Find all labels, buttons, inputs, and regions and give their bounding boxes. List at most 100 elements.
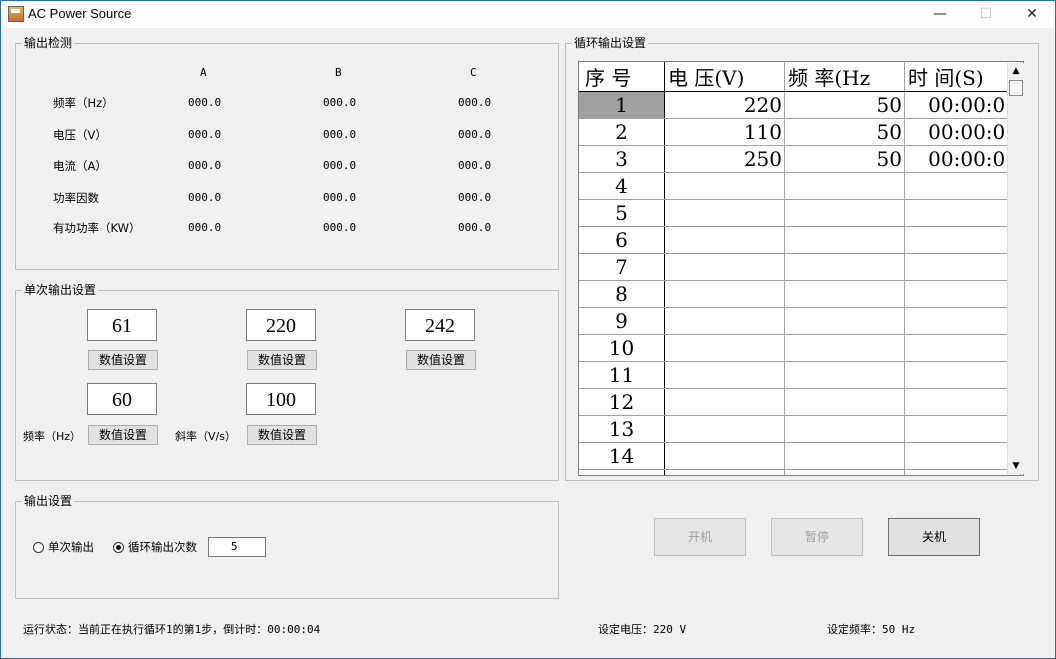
single-output-radio[interactable] [33, 542, 44, 553]
set-frequency-button[interactable]: 数值设置 [88, 425, 158, 445]
cycle-table-row[interactable]: 13 [579, 415, 1021, 443]
cycle-table-row[interactable]: 3 250 50 00:00:05 [579, 145, 1021, 173]
time-cell[interactable] [904, 199, 1021, 227]
cycle-table-row[interactable]: 6 [579, 226, 1021, 254]
voltage-cell[interactable]: 220 [664, 91, 785, 119]
seq-cell[interactable]: 4 [579, 172, 665, 200]
cycle-table-row[interactable]: 4 [579, 172, 1021, 200]
time-cell[interactable] [904, 442, 1021, 470]
frequency-cell[interactable]: 50 [784, 118, 905, 146]
seq-cell[interactable]: 11 [579, 361, 665, 389]
voltage-cell[interactable]: 250 [664, 145, 785, 173]
cycle-table-row[interactable]: 12 [579, 388, 1021, 416]
time-cell[interactable] [904, 415, 1021, 443]
voltage-cell[interactable] [664, 415, 785, 443]
cycle-table-row[interactable]: 5 [579, 199, 1021, 227]
time-cell[interactable] [904, 280, 1021, 308]
voltage-cell[interactable] [664, 280, 785, 308]
frequency-cell[interactable] [784, 415, 905, 443]
power-factor-c-value: 000.0 [458, 191, 492, 204]
voltage-cell[interactable] [664, 199, 785, 227]
frequency-cell[interactable] [784, 388, 905, 416]
voltage-cell[interactable] [664, 226, 785, 254]
set-value-button-1[interactable]: 数值设置 [88, 350, 158, 370]
cycle-table[interactable]: 序 号 电 压(V) 频 率(Hz 时 间(S) 1 220 50 00:00:05 2… [578, 61, 1024, 476]
voltage-cell[interactable] [664, 172, 785, 200]
frequency-label: 频率（Hz） [23, 430, 82, 443]
frequency-cell[interactable]: 50 [784, 91, 905, 119]
frequency-cell[interactable] [784, 361, 905, 389]
cycle-count-input[interactable]: 5 [208, 537, 266, 557]
time-cell[interactable] [904, 334, 1021, 362]
pause-button[interactable]: 暂停 [771, 518, 863, 556]
minimize-button[interactable]: — [917, 1, 963, 28]
seq-cell[interactable]: 10 [579, 334, 665, 362]
scroll-thumb[interactable] [1009, 80, 1023, 96]
seq-cell[interactable]: 15 [579, 469, 665, 475]
seq-cell[interactable]: 3 [579, 145, 665, 173]
seq-cell[interactable]: 7 [579, 253, 665, 281]
frequency-cell[interactable] [784, 226, 905, 254]
cycle-table-row[interactable]: 2 110 50 00:00:05 [579, 118, 1021, 146]
time-cell[interactable] [904, 361, 1021, 389]
frequency-cell[interactable] [784, 469, 905, 475]
time-cell[interactable]: 00:00:05 [904, 118, 1021, 146]
start-button[interactable]: 开机 [654, 518, 746, 556]
time-cell[interactable] [904, 388, 1021, 416]
frequency-cell[interactable] [784, 307, 905, 335]
cycle-table-scrollbar[interactable]: ▲ ▼ [1007, 63, 1024, 474]
scroll-down-icon[interactable]: ▼ [1008, 458, 1024, 474]
maximize-button[interactable]: ☐ [963, 1, 1009, 28]
cycle-table-row[interactable]: 14 [579, 442, 1021, 470]
voltage-cell[interactable] [664, 361, 785, 389]
shutdown-button[interactable]: 关机 [888, 518, 980, 556]
frequency-cell[interactable] [784, 199, 905, 227]
frequency-cell[interactable] [784, 280, 905, 308]
seq-cell[interactable]: 14 [579, 442, 665, 470]
voltage-cell[interactable] [664, 442, 785, 470]
cycle-table-row[interactable]: 9 [579, 307, 1021, 335]
cycle-table-row[interactable]: 15 [579, 469, 1021, 475]
voltage-cell[interactable] [664, 388, 785, 416]
output-detect-title: 输出检测 [22, 36, 75, 50]
seq-cell[interactable]: 13 [579, 415, 665, 443]
time-cell[interactable] [904, 226, 1021, 254]
time-cell[interactable] [904, 253, 1021, 281]
cycle-table-row[interactable]: 7 [579, 253, 1021, 281]
time-cell[interactable] [904, 172, 1021, 200]
cycle-table-row[interactable]: 10 [579, 334, 1021, 362]
time-cell[interactable] [904, 469, 1021, 475]
scroll-up-icon[interactable]: ▲ [1008, 63, 1024, 79]
voltage-cell[interactable]: 110 [664, 118, 785, 146]
set-slope-button[interactable]: 数值设置 [247, 425, 317, 445]
seq-cell[interactable]: 2 [579, 118, 665, 146]
seq-cell[interactable]: 9 [579, 307, 665, 335]
voltage-cell[interactable] [664, 307, 785, 335]
seq-cell[interactable]: 6 [579, 226, 665, 254]
frequency-cell[interactable] [784, 334, 905, 362]
window-title: AC Power Source [28, 6, 132, 21]
frequency-cell[interactable]: 50 [784, 145, 905, 173]
cycle-table-row[interactable]: 1 220 50 00:00:05 [579, 91, 1021, 119]
voltage-cell[interactable] [664, 253, 785, 281]
seq-cell[interactable]: 1 [579, 91, 665, 119]
time-cell[interactable]: 00:00:05 [904, 91, 1021, 119]
time-cell[interactable]: 00:00:05 [904, 145, 1021, 173]
seq-cell[interactable]: 12 [579, 388, 665, 416]
seq-cell[interactable]: 8 [579, 280, 665, 308]
set-value-button-2[interactable]: 数值设置 [247, 350, 317, 370]
frequency-c-value: 000.0 [458, 96, 492, 109]
set-value-button-3[interactable]: 数值设置 [406, 350, 476, 370]
cycle-table-row[interactable]: 8 [579, 280, 1021, 308]
cycle-output-radio[interactable] [113, 542, 124, 553]
voltage-cell[interactable] [664, 334, 785, 362]
voltage-cell[interactable] [664, 469, 785, 475]
time-cell[interactable] [904, 307, 1021, 335]
seq-cell[interactable]: 5 [579, 199, 665, 227]
frequency-cell[interactable] [784, 442, 905, 470]
frequency-cell[interactable] [784, 253, 905, 281]
close-button[interactable]: ✕ [1009, 1, 1055, 28]
cycle-table-row[interactable]: 11 [579, 361, 1021, 389]
frequency-cell[interactable] [784, 172, 905, 200]
row-label-current: 电流（A） [53, 159, 107, 173]
